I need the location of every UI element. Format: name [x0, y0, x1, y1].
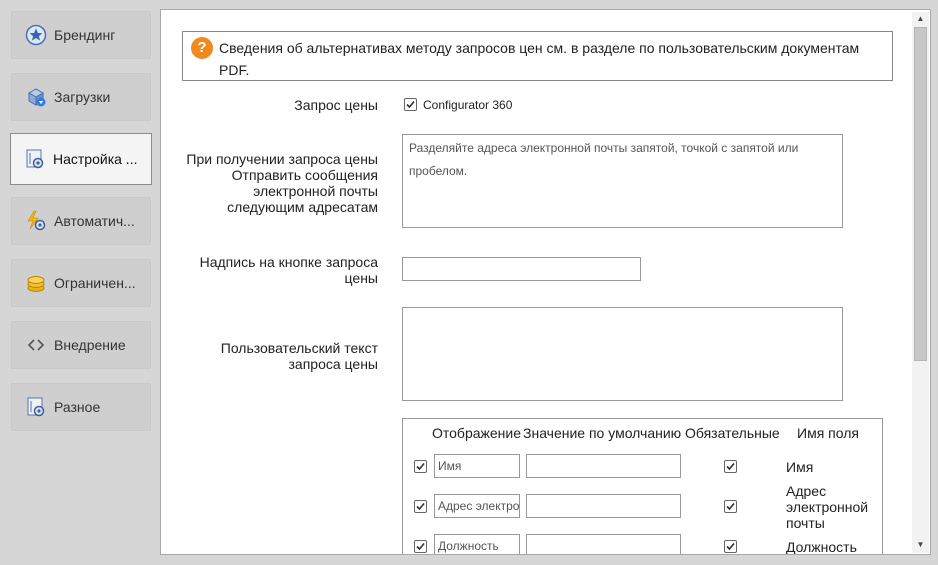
- settings-doc-icon: [23, 147, 47, 171]
- row-field-name: Должность: [786, 539, 857, 555]
- code-brackets-icon: [24, 333, 48, 357]
- row-default-input[interactable]: [526, 534, 681, 554]
- sidebar-item-label: Ограничен...: [54, 275, 136, 291]
- email-recipients-textarea[interactable]: Разделяйте адреса электронной почты запя…: [402, 134, 843, 228]
- sidebar-item-label: Брендинг: [54, 27, 116, 43]
- star-badge-icon: [24, 23, 48, 47]
- price-request-label: Запрос цены: [294, 97, 378, 113]
- question-icon: ?: [191, 37, 213, 59]
- email-placeholder: Разделяйте адреса электронной почты запя…: [409, 141, 799, 178]
- email-recipients-label: При получении запроса цены Отправить соо…: [186, 151, 378, 215]
- table-header-field-name: Имя поля: [797, 425, 859, 441]
- sidebar-item-automation[interactable]: Автоматич...: [11, 197, 151, 245]
- coins-icon: [24, 271, 48, 295]
- row-field-name: Адрес электронной почты: [786, 483, 869, 531]
- scroll-down-arrow-icon[interactable]: ▼: [914, 540, 927, 550]
- row-default-input[interactable]: [526, 494, 681, 518]
- sidebar-item-embed[interactable]: Внедрение: [11, 321, 151, 369]
- button-caption-input[interactable]: [402, 257, 641, 281]
- table-header-display: Отображение: [432, 425, 522, 441]
- row-required-checkbox[interactable]: [724, 500, 737, 513]
- sidebar-item-label: Настройка ...: [53, 151, 138, 167]
- sidebar-item-downloads[interactable]: Загрузки: [11, 73, 151, 121]
- sidebar-item-label: Загрузки: [54, 89, 111, 105]
- info-banner: ? Сведения об альтернативах методу запро…: [182, 31, 893, 81]
- sidebar-item-branding[interactable]: Брендинг: [11, 11, 151, 59]
- lightning-gear-icon: [24, 209, 48, 233]
- custom-text-label: Пользовательский текст запроса цены: [220, 340, 378, 372]
- download-icon: [24, 85, 48, 109]
- row-field-name: Имя: [786, 459, 814, 475]
- scrollbar-thumb[interactable]: [914, 27, 927, 361]
- row-display-input[interactable]: Должность: [434, 534, 520, 554]
- row-display-checkbox[interactable]: [414, 460, 427, 473]
- fields-table: Отображение Значение по умолчанию Обязат…: [402, 418, 883, 555]
- row-display-input[interactable]: Имя: [434, 454, 520, 478]
- row-display-checkbox[interactable]: [414, 500, 427, 513]
- button-caption-label: Надпись на кнопке запроса цены: [199, 254, 378, 286]
- info-text: Сведения об альтернативах методу запросо…: [219, 40, 860, 78]
- configurator-label: Configurator 360: [423, 98, 513, 112]
- table-header-default: Значение по умолчанию: [523, 425, 682, 441]
- misc-settings-icon: [24, 395, 48, 419]
- settings-panel: ? Сведения об альтернативах методу запро…: [160, 9, 931, 555]
- row-default-input[interactable]: [526, 454, 681, 478]
- sidebar-item-label: Разное: [54, 399, 101, 415]
- sidebar-item-label: Автоматич...: [54, 213, 135, 229]
- sidebar-item-settings[interactable]: Настройка ...: [10, 133, 152, 185]
- row-display-input[interactable]: Адрес электронной: [434, 494, 520, 518]
- row-display-checkbox[interactable]: [414, 540, 427, 553]
- custom-text-textarea[interactable]: [402, 307, 843, 401]
- row-required-checkbox[interactable]: [724, 460, 737, 473]
- table-header-required: Обязательные: [685, 425, 780, 441]
- row-required-checkbox[interactable]: [724, 540, 737, 553]
- sidebar-item-misc[interactable]: Разное: [11, 383, 151, 431]
- configurator-checkbox[interactable]: [404, 98, 417, 111]
- scroll-up-arrow-icon[interactable]: ▲: [914, 14, 927, 24]
- sidebar-item-limits[interactable]: Ограничен...: [11, 259, 151, 307]
- sidebar-item-label: Внедрение: [54, 337, 126, 353]
